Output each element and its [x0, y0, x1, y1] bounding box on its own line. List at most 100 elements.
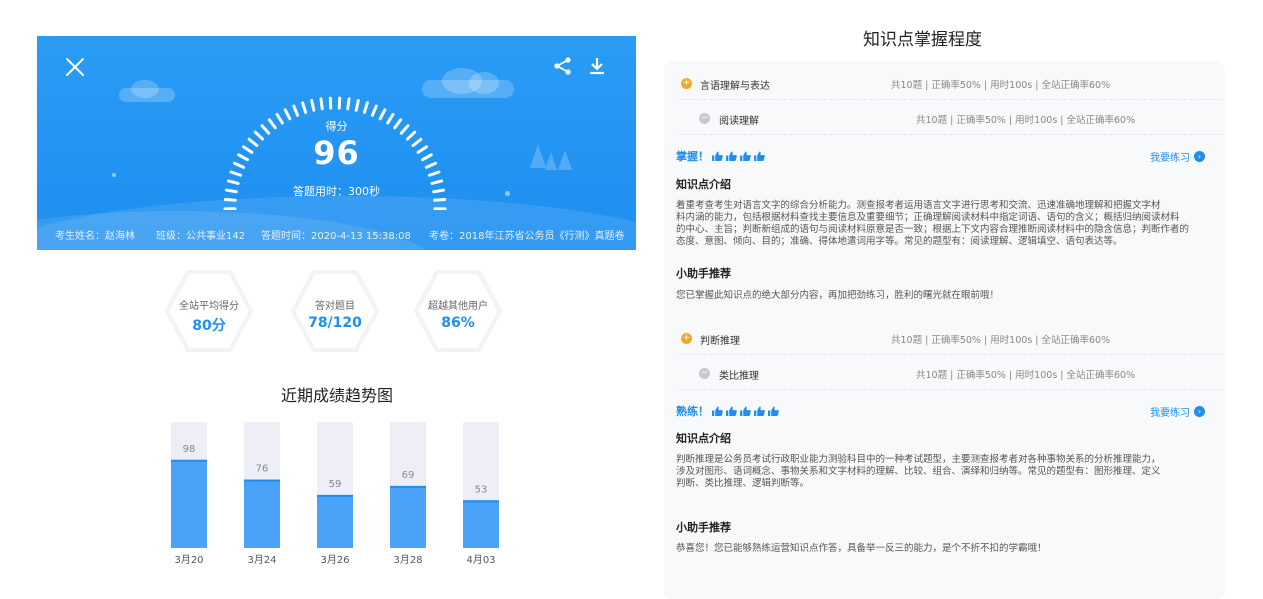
- intro-heading: 知识点介绍: [676, 432, 731, 445]
- thumbs-up-icon: [712, 406, 723, 416]
- chevron-right-icon: ›: [1194, 151, 1205, 162]
- score-caption: 得分: [325, 120, 348, 133]
- stat-rank: 超越其他用户 86%: [413, 268, 503, 354]
- category-stats: 共10题 | 正确率50% | 用时100s | 全站正确率60%: [891, 80, 1111, 91]
- stat-label: 全站平均得分: [179, 301, 239, 312]
- class-name: 班级：公共事业142: [156, 231, 246, 242]
- subcategory-stats: 共10题 | 正确率50% | 用时100s | 全站正确率60%: [916, 115, 1136, 126]
- thumbs-up-icon: [726, 151, 737, 161]
- background-dot: [112, 173, 116, 177]
- student-name: 考生姓名：赵海林: [55, 231, 135, 242]
- helper-heading: 小助手推荐: [676, 267, 731, 280]
- thumbs-up-icon: [768, 406, 779, 416]
- helper-heading: 小助手推荐: [676, 521, 731, 534]
- background-cloud: [469, 72, 499, 94]
- exam-info-row: 考生姓名：赵海林 班级：公共事业142 答题时间：2020-4-13 15:38…: [37, 227, 636, 242]
- gauge-tick: [301, 101, 308, 114]
- bar-data-label: 69: [402, 470, 415, 481]
- thumbs-up-icon: [712, 151, 723, 161]
- subcategory-row[interactable]: − 类比推理 共10题 | 正确率50% | 用时100s | 全站正确率60%: [679, 356, 1222, 390]
- subcategory-row[interactable]: − 阅读理解 共10题 | 正确率50% | 用时100s | 全站正确率60%: [679, 101, 1222, 135]
- chevron-right-icon: ›: [1194, 406, 1205, 417]
- score-value: 96: [313, 134, 360, 172]
- bar-data-label: 98: [183, 444, 196, 455]
- intro-line: 判断、类比推理、逻辑判断等。: [676, 478, 810, 489]
- bar[interactable]: [244, 479, 280, 548]
- intro-line: 着重考查考生对语言文字的综合分析能力。测查报考者运用语言文字进行思考和交流、迅速…: [676, 200, 1161, 211]
- mastery-level: 掌握！: [676, 148, 765, 164]
- knowledge-panel: + 言语理解与表达 共10题 | 正确率50% | 用时100s | 全站正确率…: [664, 61, 1225, 599]
- gauge-tick: [223, 197, 237, 202]
- practice-label: 我要练习: [1150, 153, 1190, 164]
- stat-value: 78/120: [308, 315, 362, 331]
- answer-time: 答题时间：2020-4-13 15:38:08: [261, 231, 411, 242]
- intro-text: 判断推理是公务员考试行政职业能力测验科目中的一种考试题型，主要测查报考者对各种事…: [676, 454, 1221, 490]
- intro-heading: 知识点介绍: [676, 178, 731, 191]
- gauge-tick: [229, 170, 243, 177]
- subcategory-name: 阅读理解: [719, 116, 759, 127]
- subcategory-name: 类比推理: [719, 371, 759, 382]
- x-tick-label: 3月26: [320, 554, 349, 566]
- bar-top-edge: [317, 494, 353, 497]
- intro-line: 态度、意图、倾向、目的；准确、得体地遣词用字等。常见的题型有：阅读理解、逻辑填空…: [676, 236, 1123, 247]
- x-tick-label: 3月28: [393, 554, 422, 566]
- thumbs-up-icon: [726, 406, 737, 416]
- mastery-level: 熟练！: [676, 403, 779, 419]
- minus-circle-icon[interactable]: −: [699, 368, 710, 379]
- mastery-label: 熟练！: [676, 405, 709, 418]
- trend-chart-title: 近期成绩趋势图: [280, 386, 393, 405]
- stat-average-score: 全站平均得分 80分: [164, 268, 254, 354]
- bar-data-label: 53: [475, 484, 488, 495]
- category-name: 判断推理: [700, 336, 740, 347]
- bar-top-edge: [171, 459, 207, 462]
- gauge-tick: [346, 97, 351, 111]
- mastery-label: 掌握！: [676, 150, 709, 163]
- stat-correct-count: 答对题目 78/120: [290, 268, 380, 354]
- x-tick-label: 3月24: [247, 554, 276, 566]
- bar[interactable]: [390, 485, 426, 548]
- score-card: 得分 96 答题用时：300秒 考生姓名：赵海林 班级：公共事业142 答题时间…: [37, 36, 636, 250]
- bar-top-edge: [463, 500, 499, 503]
- x-tick-label: 4月03: [466, 554, 495, 566]
- download-icon[interactable]: [586, 55, 608, 77]
- thumbs-up-icon: [740, 151, 751, 161]
- bar[interactable]: [171, 459, 207, 548]
- bar-top-edge: [244, 479, 280, 482]
- knowledge-title: 知识点掌握程度: [863, 30, 982, 50]
- plus-circle-icon[interactable]: +: [681, 78, 692, 89]
- bar-top-edge: [390, 485, 426, 488]
- gauge-tick: [433, 197, 447, 202]
- thumbs-up-icon: [754, 151, 765, 161]
- gauge-tick: [319, 97, 324, 111]
- minus-circle-icon[interactable]: −: [699, 113, 710, 124]
- practice-button[interactable]: 我要练习 ›: [1150, 404, 1205, 419]
- thumbs-up-icon: [740, 406, 751, 416]
- category-row[interactable]: + 判断推理 共10题 | 正确率50% | 用时100s | 全站正确率60%: [679, 321, 1222, 355]
- share-icon[interactable]: [552, 55, 574, 77]
- stat-label: 超越其他用户: [428, 301, 488, 312]
- time-used: 答题用时：300秒: [293, 185, 380, 198]
- gauge-tick: [362, 101, 369, 114]
- bar-data-label: 59: [329, 479, 342, 490]
- intro-text: 着重考查考生对语言文字的综合分析能力。测查报考者运用语言文字进行思考和交流、迅速…: [676, 200, 1221, 248]
- gauge-tick: [354, 98, 360, 112]
- bar-data-label: 76: [256, 464, 269, 475]
- helper-text: 恭喜您！您已能够熟练运营知识点作答，具备举一反三的能力，是个不折不扣的学霸哦！: [676, 543, 1047, 554]
- trend-bar-chart: 98 3月20 76 3月24 59 3月26 69 3月28 53 4月03: [171, 422, 499, 566]
- thumbs-up-icon: [754, 406, 765, 416]
- bar[interactable]: [463, 500, 499, 548]
- gauge-tick: [427, 170, 441, 177]
- category-row[interactable]: + 言语理解与表达 共10题 | 正确率50% | 用时100s | 全站正确率…: [679, 66, 1222, 100]
- bar[interactable]: [317, 494, 353, 548]
- category-stats: 共10题 | 正确率50% | 用时100s | 全站正确率60%: [891, 335, 1111, 346]
- gauge-tick: [292, 104, 300, 117]
- stat-value: 80分: [192, 318, 226, 334]
- close-icon[interactable]: [64, 56, 86, 78]
- gauge-tick: [310, 98, 316, 112]
- stat-label: 答对题目: [315, 301, 355, 312]
- plus-circle-icon[interactable]: +: [681, 333, 692, 344]
- stat-value: 86%: [441, 315, 475, 331]
- practice-button[interactable]: 我要练习 ›: [1150, 149, 1205, 164]
- x-tick-label: 3月20: [174, 554, 203, 566]
- intro-line: 的中心、主旨；判断新组成的语句与阅读材料原意是否一致；根据上下文内容合理推断阅读…: [676, 224, 1190, 235]
